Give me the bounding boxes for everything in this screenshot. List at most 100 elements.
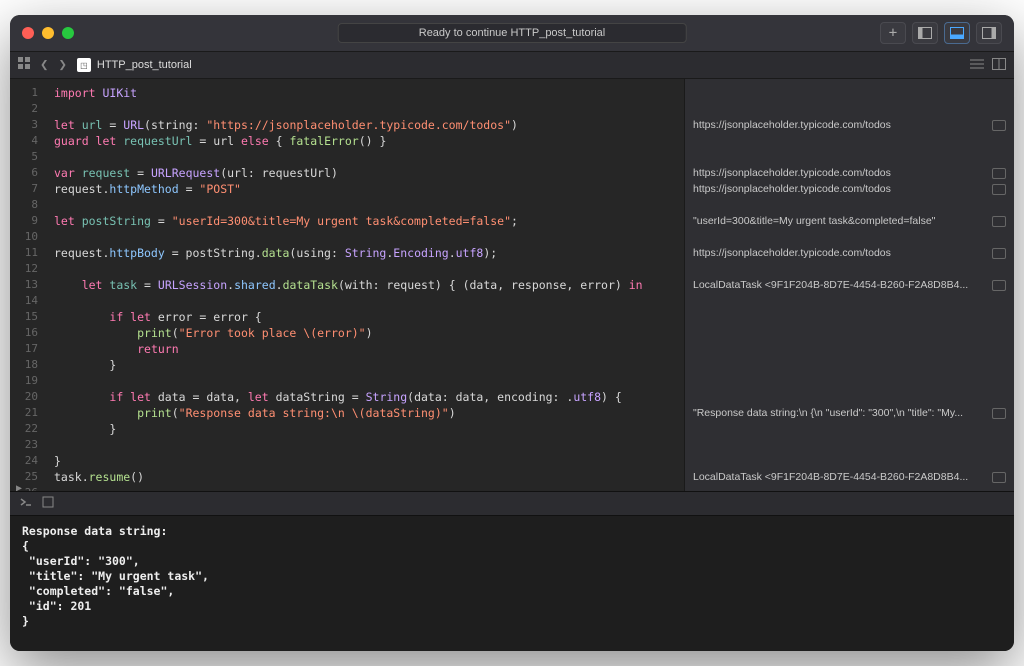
status-bar: Ready to continue HTTP_post_tutorial <box>338 23 687 43</box>
result-text: https://jsonplaceholder.typicode.com/tod… <box>693 117 891 133</box>
result-row: "userId=300&title=My urgent task&complet… <box>693 213 1006 229</box>
code-line[interactable]: let task = URLSession.shared.dataTask(wi… <box>54 277 676 293</box>
line-number: 19 <box>10 373 38 389</box>
line-number: 11 <box>10 245 38 261</box>
code-line[interactable] <box>54 485 676 491</box>
result-row <box>693 389 1006 405</box>
code-line[interactable]: guard let requestUrl = url else { fatalE… <box>54 133 676 149</box>
quicklook-icon[interactable] <box>992 408 1006 419</box>
console-output-icon[interactable] <box>20 496 32 511</box>
quicklook-icon[interactable] <box>992 248 1006 259</box>
code-line[interactable] <box>54 149 676 165</box>
code-line[interactable]: } <box>54 421 676 437</box>
result-row <box>693 341 1006 357</box>
file-tab[interactable]: ◳ HTTP_post_tutorial <box>77 58 192 72</box>
grid-icon[interactable] <box>18 57 30 73</box>
code-line[interactable]: import UIKit <box>54 85 676 101</box>
back-arrow-icon[interactable]: ❮ <box>40 57 48 73</box>
result-text: LocalDataTask <9F1F204B-8D7E-4454-B260-F… <box>693 277 968 293</box>
code-line[interactable]: print("Error took place \(error)") <box>54 325 676 341</box>
result-row <box>693 133 1006 149</box>
result-text: "Response data string:\n {\n "userId": "… <box>693 405 963 421</box>
line-number: 12 <box>10 261 38 277</box>
line-number: 8 <box>10 197 38 213</box>
line-number: 3 <box>10 117 38 133</box>
swift-file-icon: ◳ <box>77 58 91 72</box>
line-number: 24 <box>10 453 38 469</box>
code-line[interactable]: request.httpBody = postString.data(using… <box>54 245 676 261</box>
line-number: 9 <box>10 213 38 229</box>
code-line[interactable]: return <box>54 341 676 357</box>
line-number: 16 <box>10 325 38 341</box>
code-line[interactable]: } <box>54 357 676 373</box>
file-name: HTTP_post_tutorial <box>97 59 192 71</box>
console-toolbar <box>10 492 1014 516</box>
line-number: 13 <box>10 277 38 293</box>
item-list-icon[interactable] <box>970 58 984 72</box>
code-line[interactable] <box>54 293 676 309</box>
console-panel: Response data string: { "userId": "300",… <box>10 491 1014 651</box>
line-number: 7 <box>10 181 38 197</box>
code-line[interactable]: let url = URL(string: "https://jsonplace… <box>54 117 676 133</box>
line-number: 2 <box>10 101 38 117</box>
execution-cursor-icon: ▶ <box>16 483 22 491</box>
result-row: https://jsonplaceholder.typicode.com/tod… <box>693 181 1006 197</box>
result-row <box>693 85 1006 101</box>
close-icon[interactable] <box>22 27 34 39</box>
result-row <box>693 309 1006 325</box>
code-pane[interactable]: 1234567891011121314151617181920212223242… <box>10 79 684 491</box>
code-line[interactable] <box>54 229 676 245</box>
quicklook-icon[interactable] <box>992 184 1006 195</box>
panel-left-icon[interactable] <box>912 22 938 44</box>
titlebar: Ready to continue HTTP_post_tutorial + <box>10 15 1014 51</box>
editor-area: 1234567891011121314151617181920212223242… <box>10 79 1014 491</box>
code-line[interactable] <box>54 437 676 453</box>
split-editor-icon[interactable] <box>992 58 1006 72</box>
code-line[interactable]: let postString = "userId=300&title=My ur… <box>54 213 676 229</box>
code-line[interactable] <box>54 261 676 277</box>
result-row: "Response data string:\n {\n "userId": "… <box>693 405 1006 421</box>
line-number: 14 <box>10 293 38 309</box>
quicklook-icon[interactable] <box>992 472 1006 483</box>
code-line[interactable] <box>54 101 676 117</box>
line-number: 17 <box>10 341 38 357</box>
forward-arrow-icon[interactable]: ❯ <box>58 57 66 73</box>
source-code[interactable]: import UIKit let url = URL(string: "http… <box>46 79 684 491</box>
code-line[interactable]: if let data = data, let dataString = Str… <box>54 389 676 405</box>
line-number: 20 <box>10 389 38 405</box>
code-line[interactable]: task.resume() <box>54 469 676 485</box>
line-number: 25 <box>10 469 38 485</box>
quicklook-icon[interactable] <box>992 120 1006 131</box>
result-text: https://jsonplaceholder.typicode.com/tod… <box>693 181 891 197</box>
quicklook-icon[interactable] <box>992 168 1006 179</box>
code-line[interactable] <box>54 373 676 389</box>
line-number: 5 <box>10 149 38 165</box>
minimize-icon[interactable] <box>42 27 54 39</box>
code-line[interactable]: request.httpMethod = "POST" <box>54 181 676 197</box>
panel-bottom-icon[interactable] <box>944 22 970 44</box>
zoom-icon[interactable] <box>62 27 74 39</box>
code-line[interactable]: var request = URLRequest(url: requestUrl… <box>54 165 676 181</box>
add-tab-button[interactable]: + <box>880 22 906 44</box>
results-sidebar: https://jsonplaceholder.typicode.com/tod… <box>684 79 1014 491</box>
result-text: "userId=300&title=My urgent task&complet… <box>693 213 935 229</box>
console-variables-icon[interactable] <box>42 496 54 511</box>
code-line[interactable] <box>54 197 676 213</box>
result-row <box>693 437 1006 453</box>
result-row: LocalDataTask <9F1F204B-8D7E-4454-B260-F… <box>693 277 1006 293</box>
result-row <box>693 197 1006 213</box>
line-number: 10 <box>10 229 38 245</box>
line-number: 1 <box>10 85 38 101</box>
code-line[interactable]: print("Response data string:\n \(dataStr… <box>54 405 676 421</box>
quicklook-icon[interactable] <box>992 216 1006 227</box>
code-line[interactable]: if let error = error { <box>54 309 676 325</box>
result-row <box>693 325 1006 341</box>
quicklook-icon[interactable] <box>992 280 1006 291</box>
result-row <box>693 453 1006 469</box>
console-output[interactable]: Response data string: { "userId": "300",… <box>10 516 1014 651</box>
panel-right-icon[interactable] <box>976 22 1002 44</box>
line-gutter: 1234567891011121314151617181920212223242… <box>10 79 46 491</box>
result-text: https://jsonplaceholder.typicode.com/tod… <box>693 165 891 181</box>
line-number: 6 <box>10 165 38 181</box>
code-line[interactable]: } <box>54 453 676 469</box>
